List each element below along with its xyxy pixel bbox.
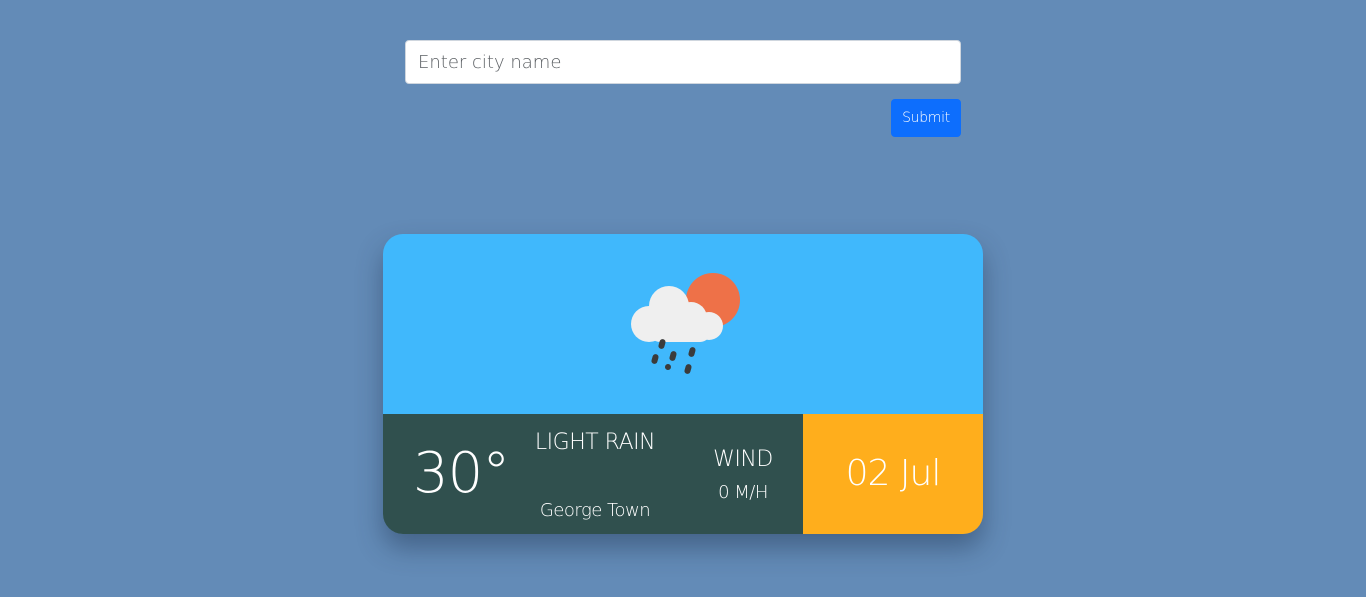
temperature: 30° [413,441,510,506]
city-search-input[interactable] [405,40,961,84]
wind-speed: 0 M/H [718,482,768,503]
weather-details-panel: 30° LIGHT RAIN George Town WIND 0 M/H [383,414,803,534]
submit-button[interactable]: Submit [891,99,961,137]
weather-card-header [383,234,983,414]
city-name: George Town [539,500,651,521]
wind-label: WIND [713,447,773,472]
weather-card: 30° LIGHT RAIN George Town WIND 0 M/H 02… [383,234,983,534]
date: 02 Jul [845,453,942,494]
date-panel: 02 Jul [803,414,983,534]
weather-condition: LIGHT RAIN [534,430,656,455]
cloud-sun-rain-icon [631,273,740,374]
